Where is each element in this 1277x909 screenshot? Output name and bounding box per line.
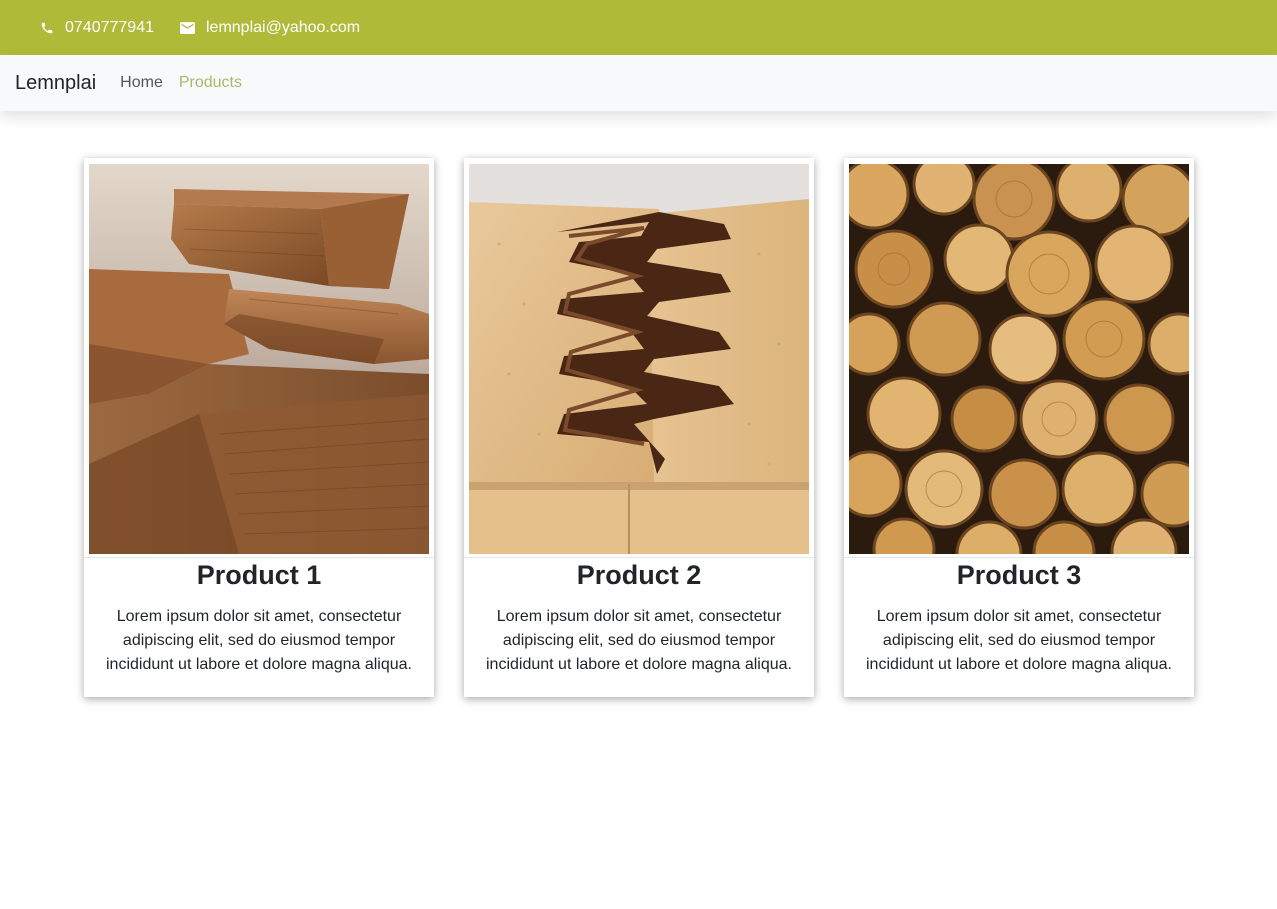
email-contact[interactable]: lemnplai@yahoo.com — [179, 18, 361, 37]
card-divider — [84, 557, 434, 558]
email-address: lemnplai@yahoo.com — [205, 18, 361, 36]
contact-bar: 0740777941 lemnplai@yahoo.com — [0, 0, 1277, 55]
product-description: Lorem ipsum dolor sit amet, consectetur … — [106, 608, 412, 673]
product-image-finger-joint — [469, 164, 809, 554]
product-card: Product 3 Lorem ipsum dolor sit amet, co… — [844, 158, 1194, 697]
phone-number: 0740777941 — [65, 18, 154, 36]
nav-link-home[interactable]: Home — [120, 74, 163, 92]
product-description: Lorem ipsum dolor sit amet, consectetur … — [866, 608, 1172, 673]
product-image-firewood — [849, 164, 1189, 554]
phone-contact[interactable]: 0740777941 — [40, 19, 154, 37]
card-divider — [464, 557, 814, 558]
product-image-wood-planks — [89, 164, 429, 554]
product-card: Product 2 Lorem ipsum dolor sit amet, co… — [464, 158, 814, 697]
product-title: Product 1 — [196, 560, 322, 590]
card-divider — [844, 557, 1194, 558]
phone-icon — [41, 22, 53, 33]
brand-logo[interactable]: Lemnplai — [15, 72, 96, 95]
product-title: Product 3 — [956, 560, 1082, 590]
product-title: Product 2 — [576, 560, 702, 590]
mail-icon — [179, 21, 195, 34]
product-description: Lorem ipsum dolor sit amet, consectetur … — [486, 608, 792, 673]
product-card: Product 1 Lorem ipsum dolor sit amet, co… — [84, 158, 434, 697]
nav-link-products[interactable]: Products — [179, 74, 242, 92]
main-navbar: Lemnplai Home Products — [0, 55, 1277, 111]
